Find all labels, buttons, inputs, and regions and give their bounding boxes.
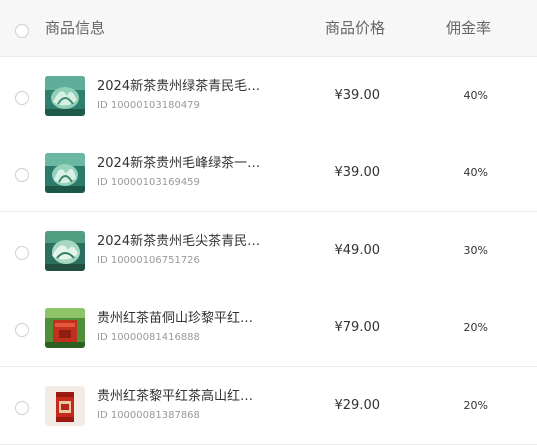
- commission-rate: 30%: [463, 244, 488, 257]
- green-tea-leaves-image: [45, 76, 85, 116]
- commission-rate: 40%: [463, 166, 488, 179]
- commission-rate: 20%: [463, 399, 488, 412]
- row-select-radio[interactable]: [15, 323, 29, 337]
- product-price: ¥39.00: [334, 88, 381, 103]
- table-row[interactable]: 2024新茶贵州毛尖茶青民… ID 10000106751726 ¥49.00 …: [0, 212, 537, 290]
- table-row[interactable]: 贵州红茶黎平红茶高山红… ID 10000081387868 ¥29.00 20…: [0, 367, 537, 445]
- commission-rate: 40%: [463, 89, 488, 102]
- product-table: 商品信息 商品价格 佣金率 2024新茶贵州绿茶青民毛… ID 10000103…: [0, 0, 537, 445]
- table-row[interactable]: 2024新茶贵州毛峰绿茶一… ID 10000103169459 ¥39.00 …: [0, 134, 537, 212]
- product-id: ID 10000106751726: [97, 255, 200, 266]
- table-header: 商品信息 商品价格 佣金率: [0, 0, 537, 57]
- red-tea-canister-image: [45, 386, 85, 426]
- commission-rate: 20%: [463, 321, 488, 334]
- product-title[interactable]: 贵州红茶苗侗山珍黎平红…: [97, 310, 269, 328]
- row-select-radio[interactable]: [15, 401, 29, 415]
- table-row[interactable]: 2024新茶贵州绿茶青民毛… ID 10000103180479 ¥39.00 …: [0, 57, 537, 135]
- header-product-price: 商品价格: [325, 19, 386, 37]
- red-tea-box-image: [45, 308, 85, 348]
- select-all-radio[interactable]: [15, 24, 29, 38]
- product-title[interactable]: 2024新茶贵州毛峰绿茶一…: [97, 155, 269, 173]
- product-thumbnail: [45, 76, 85, 116]
- product-price: ¥39.00: [334, 165, 381, 180]
- product-title[interactable]: 贵州红茶黎平红茶高山红…: [97, 388, 269, 406]
- row-select-radio[interactable]: [15, 91, 29, 105]
- green-tea-leaves-image: [45, 153, 85, 193]
- product-title[interactable]: 2024新茶贵州绿茶青民毛…: [97, 78, 269, 96]
- row-select-radio[interactable]: [15, 246, 29, 260]
- product-thumbnail: [45, 386, 85, 426]
- product-id: ID 10000081416888: [97, 332, 200, 343]
- product-price: ¥79.00: [334, 320, 381, 335]
- table-row[interactable]: 贵州红茶苗侗山珍黎平红… ID 10000081416888 ¥79.00 20…: [0, 289, 537, 367]
- header-commission-rate: 佣金率: [446, 19, 492, 37]
- product-title[interactable]: 2024新茶贵州毛尖茶青民…: [97, 233, 269, 251]
- product-id: ID 10000103169459: [97, 177, 200, 188]
- product-thumbnail: [45, 308, 85, 348]
- product-id: ID 10000103180479: [97, 100, 200, 111]
- row-select-radio[interactable]: [15, 168, 29, 182]
- product-price: ¥49.00: [334, 243, 381, 258]
- header-product-info: 商品信息: [45, 19, 106, 37]
- product-thumbnail: [45, 231, 85, 271]
- green-tea-leaves-image: [45, 231, 85, 271]
- product-price: ¥29.00: [334, 398, 381, 413]
- product-id: ID 10000081387868: [97, 410, 200, 421]
- product-thumbnail: [45, 153, 85, 193]
